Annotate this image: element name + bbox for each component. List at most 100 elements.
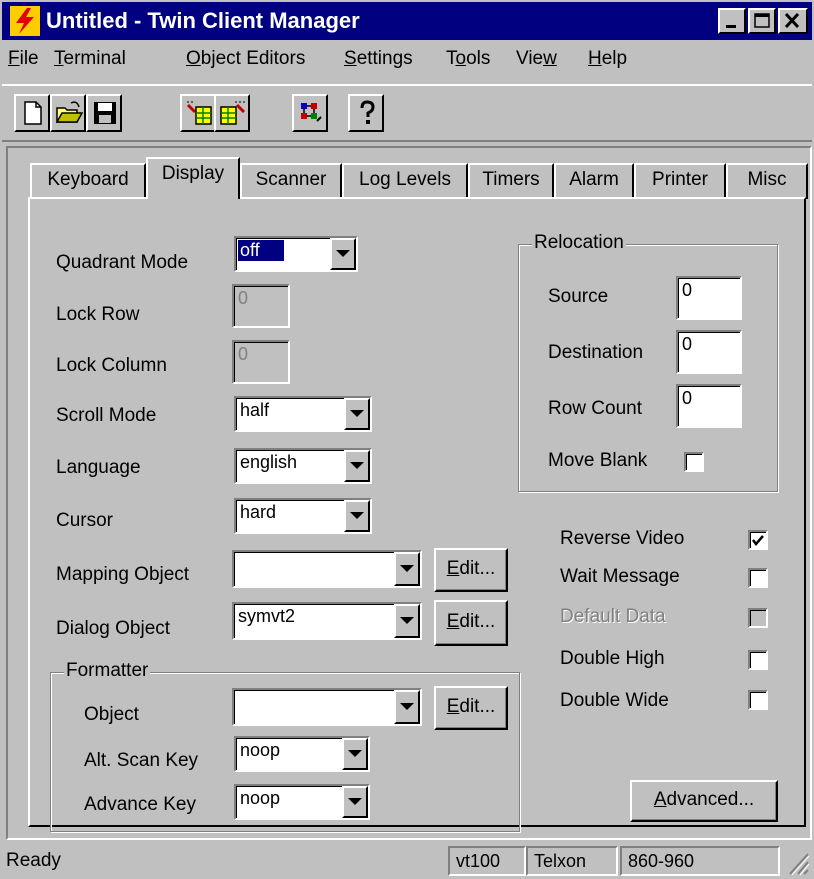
double-high-checkbox[interactable] <box>748 650 768 670</box>
formatter-object-dropdown-button[interactable] <box>394 690 420 724</box>
tab-misc[interactable]: Misc <box>726 163 808 199</box>
status-message: Ready <box>6 850 61 871</box>
mapping-object-edit-button[interactable]: Edit... <box>434 548 508 592</box>
status-vendor-value: Telxon <box>534 851 587 871</box>
close-button[interactable] <box>778 8 808 34</box>
tab-scanner[interactable]: Scanner <box>240 163 342 199</box>
help-button[interactable] <box>348 94 384 132</box>
formatter-group-label: Formatter <box>64 660 151 682</box>
alt-scan-key-dropdown-button[interactable] <box>342 738 368 770</box>
menu-file[interactable]: File <box>8 48 39 70</box>
tab-timers[interactable]: Timers <box>468 163 554 199</box>
advance-key-select[interactable]: noop <box>234 784 370 820</box>
double-high-label: Double High <box>560 648 665 669</box>
minimize-button[interactable] <box>718 8 746 34</box>
lock-row-field[interactable]: 0 <box>232 284 290 328</box>
dialog-object-dropdown-button[interactable] <box>394 604 420 638</box>
reverse-video-label: Reverse Video <box>560 528 685 549</box>
mapping-object-dropdown-button[interactable] <box>394 552 420 586</box>
object-in-icon <box>186 101 212 125</box>
mapping-button[interactable] <box>292 94 328 132</box>
wait-message-label: Wait Message <box>560 566 680 587</box>
row-count-label: Row Count <box>548 398 642 419</box>
status-terminal-value: vt100 <box>456 851 501 871</box>
lock-column-field[interactable]: 0 <box>232 340 290 384</box>
language-label: Language <box>56 457 141 478</box>
chevron-down-icon <box>400 565 414 572</box>
save-button[interactable] <box>86 94 122 132</box>
destination-input[interactable]: 0 <box>676 330 742 374</box>
menu-view[interactable]: View <box>516 48 557 70</box>
mapping-object-select[interactable] <box>232 550 422 588</box>
menu-object-editors-label: bject Editors <box>200 48 306 69</box>
menu-help-label: elp <box>601 48 628 69</box>
alt-scan-key-label: Alt. Scan Key <box>84 750 199 771</box>
advanced-label: dvanced... <box>666 789 755 810</box>
row-count-input[interactable]: 0 <box>676 384 742 428</box>
new-button[interactable] <box>14 94 50 132</box>
source-input[interactable]: 0 <box>676 276 742 320</box>
menu-terminal-label: erminal <box>63 48 126 69</box>
menu-bar: File Terminal Object Editors Settings To… <box>2 40 812 82</box>
quadrant-mode-select[interactable]: off <box>234 236 358 272</box>
language-dropdown-button[interactable] <box>344 450 370 482</box>
status-model-value: 860-960 <box>628 851 695 871</box>
menu-terminal[interactable]: Terminal <box>54 48 126 70</box>
scroll-mode-select[interactable]: half <box>234 396 372 432</box>
object-out-button[interactable] <box>214 94 250 132</box>
lightning-app-icon[interactable] <box>10 6 40 36</box>
tab-scanner-label: Scanner <box>255 169 327 190</box>
mapping-object-label: Mapping Object <box>56 564 190 585</box>
default-data-checkbox[interactable] <box>748 608 768 628</box>
advance-key-label: Advance Key <box>84 794 196 815</box>
open-button[interactable] <box>50 94 86 132</box>
menu-tools-prefix: T <box>446 48 456 69</box>
advance-key-dropdown-button[interactable] <box>342 786 368 818</box>
dialog-object-select[interactable]: symvt2 <box>232 602 422 640</box>
dialog-edit-mnemonic: E <box>446 611 460 632</box>
formatter-edit-mnemonic: E <box>446 696 460 717</box>
alt-scan-key-select[interactable]: noop <box>234 736 370 772</box>
chevron-down-icon <box>400 617 414 624</box>
move-blank-checkbox[interactable] <box>684 452 704 472</box>
move-blank-label: Move Blank <box>548 450 648 471</box>
dialog-object-edit-button[interactable]: Edit... <box>434 600 508 646</box>
cursor-select[interactable]: hard <box>234 498 372 534</box>
menu-tools[interactable]: Tools <box>446 48 490 70</box>
resize-grip-icon[interactable] <box>786 850 810 876</box>
window-title: Untitled - Twin Client Manager <box>46 8 360 33</box>
menu-view-prefix: Vie <box>516 48 544 69</box>
tab-printer[interactable]: Printer <box>634 163 726 199</box>
object-in-button[interactable] <box>180 94 216 132</box>
formatter-object-label: Object <box>84 704 139 725</box>
double-wide-label: Double Wide <box>560 690 669 711</box>
quadrant-mode-dropdown-button[interactable] <box>330 238 356 270</box>
tab-log-levels[interactable]: Log Levels <box>342 163 468 199</box>
maximize-button[interactable] <box>748 8 776 34</box>
cursor-dropdown-button[interactable] <box>344 500 370 532</box>
tab-keyboard[interactable]: Keyboard <box>30 163 146 199</box>
tab-display[interactable]: Display <box>146 157 240 199</box>
menu-help[interactable]: Help <box>588 48 627 70</box>
wait-message-checkbox[interactable] <box>748 568 768 588</box>
language-value: english <box>240 452 298 472</box>
tab-display-label: Display <box>161 163 225 184</box>
status-vendor: Telxon <box>526 846 618 876</box>
formatter-edit-label: dit... <box>459 696 496 717</box>
menu-object-editors[interactable]: Object Editors <box>186 48 305 70</box>
reverse-video-checkbox[interactable] <box>748 530 768 550</box>
default-data-label: Default Data <box>560 606 666 627</box>
tab-timers-label: Timers <box>482 169 540 190</box>
formatter-object-edit-button[interactable]: Edit... <box>434 686 508 730</box>
scroll-mode-dropdown-button[interactable] <box>344 398 370 430</box>
open-icon <box>55 101 83 123</box>
language-select[interactable]: english <box>234 448 372 484</box>
formatter-object-select[interactable] <box>232 688 422 726</box>
tab-alarm[interactable]: Alarm <box>554 163 634 199</box>
advanced-button[interactable]: Advanced... <box>630 780 778 822</box>
title-bar[interactable]: Untitled - Twin Client Manager <box>2 2 812 40</box>
menu-settings[interactable]: Settings <box>344 48 413 70</box>
toolbar <box>2 84 812 142</box>
lock-row-value: 0 <box>238 288 249 308</box>
double-wide-checkbox[interactable] <box>748 690 768 710</box>
